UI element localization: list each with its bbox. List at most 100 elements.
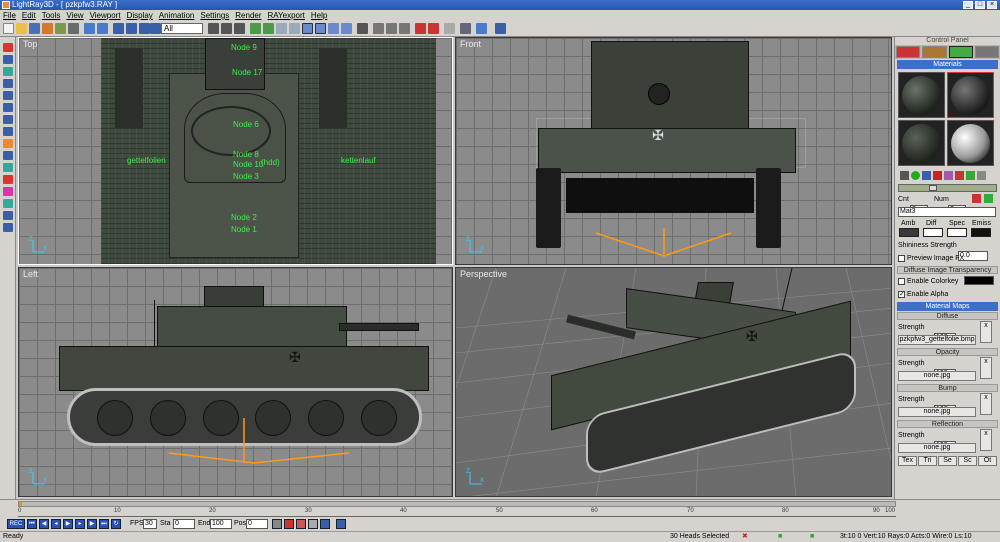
next-key-icon[interactable]: ▶ bbox=[87, 519, 97, 529]
ipo-icon[interactable] bbox=[336, 519, 346, 529]
material-new-icon[interactable] bbox=[900, 171, 909, 180]
render-icon[interactable] bbox=[415, 23, 426, 34]
uv-icon[interactable] bbox=[3, 187, 13, 196]
light-icon[interactable] bbox=[3, 211, 13, 220]
undo-icon[interactable] bbox=[84, 23, 95, 34]
select-region-icon[interactable] bbox=[126, 23, 137, 34]
smooth-icon[interactable] bbox=[3, 163, 13, 172]
diffuse-color-swatch[interactable] bbox=[923, 228, 943, 237]
rotate-icon[interactable] bbox=[221, 23, 232, 34]
timeline[interactable]: 0 10 20 30 40 50 60 70 80 90 100 bbox=[0, 499, 1000, 517]
colorkey-swatch[interactable] bbox=[964, 276, 994, 285]
material-edit-icon[interactable] bbox=[977, 171, 986, 180]
material-sphere-icon[interactable] bbox=[911, 171, 920, 180]
shaded-icon[interactable] bbox=[328, 23, 339, 34]
mirror-icon[interactable] bbox=[3, 103, 13, 112]
alpha-checkbox[interactable]: ✓ bbox=[898, 290, 905, 298]
key-add-icon[interactable] bbox=[272, 519, 282, 529]
redo-icon[interactable] bbox=[97, 23, 108, 34]
maximize-button[interactable]: □ bbox=[975, 1, 985, 9]
create-icon[interactable] bbox=[3, 43, 13, 52]
camera-tool-icon[interactable] bbox=[3, 223, 13, 232]
specular-color-swatch[interactable] bbox=[947, 228, 967, 237]
delete-icon[interactable] bbox=[3, 175, 13, 184]
link-icon[interactable] bbox=[357, 23, 368, 34]
material-paste-icon[interactable] bbox=[944, 171, 953, 180]
start-input[interactable]: 0 bbox=[173, 519, 195, 529]
tab-ot[interactable]: Ot bbox=[978, 456, 997, 466]
material-scroll[interactable] bbox=[898, 184, 997, 192]
tab-sc[interactable]: Sc bbox=[958, 456, 977, 466]
axis-y-icon[interactable] bbox=[289, 23, 300, 34]
diffuse-file-button[interactable]: pzkpfw3_gettelfolie.bmp bbox=[898, 335, 976, 345]
weld-icon[interactable] bbox=[3, 139, 13, 148]
viewport-front[interactable]: ✠ Front ZX bbox=[455, 37, 892, 265]
tab-se[interactable]: Se bbox=[938, 456, 957, 466]
tab-settings-icon[interactable] bbox=[974, 46, 999, 58]
colorkey-checkbox[interactable] bbox=[898, 277, 905, 285]
split-icon[interactable] bbox=[3, 151, 13, 160]
save-icon[interactable] bbox=[29, 23, 40, 34]
viewport-perspective[interactable]: ✠ Perspective ZX bbox=[455, 267, 892, 497]
key-copy-icon[interactable] bbox=[308, 519, 318, 529]
loop-icon[interactable]: ↻ bbox=[111, 519, 121, 529]
tab-materials-icon[interactable] bbox=[948, 46, 973, 58]
snap-grid-icon[interactable] bbox=[250, 23, 261, 34]
key-delete-icon[interactable] bbox=[284, 519, 294, 529]
end-input[interactable]: 100 bbox=[210, 519, 232, 529]
camera-icon[interactable] bbox=[476, 23, 487, 34]
scale-tool-icon[interactable] bbox=[3, 91, 13, 100]
material-swatch[interactable] bbox=[947, 120, 994, 166]
material-apply-icon[interactable] bbox=[966, 171, 975, 180]
play-icon[interactable]: ▶ bbox=[63, 519, 73, 529]
first-frame-icon[interactable]: ⏮ bbox=[27, 519, 37, 529]
viewport-top[interactable]: Node 9 Node 17 Node 6 Node 8 (hdd) Node … bbox=[18, 37, 453, 265]
material-name-input[interactable]: Mat3 bbox=[898, 207, 996, 217]
textured-icon[interactable] bbox=[341, 23, 352, 34]
tab-modify-icon[interactable] bbox=[922, 46, 947, 58]
tab-tri[interactable]: Tri bbox=[918, 456, 937, 466]
layout-icon[interactable] bbox=[444, 23, 455, 34]
reflection-file-button[interactable]: none.jpg bbox=[898, 443, 976, 453]
select-filter-icon[interactable] bbox=[150, 23, 161, 34]
emissive-color-swatch[interactable] bbox=[971, 228, 991, 237]
material-icon[interactable] bbox=[3, 199, 13, 208]
export-icon[interactable] bbox=[55, 23, 66, 34]
render-region-icon[interactable] bbox=[428, 23, 439, 34]
bevel-icon[interactable] bbox=[3, 127, 13, 136]
close-button[interactable]: × bbox=[987, 1, 997, 9]
paint-icon[interactable] bbox=[399, 23, 410, 34]
pos-input[interactable]: 0 bbox=[246, 519, 268, 529]
material-swatch[interactable] bbox=[898, 72, 945, 118]
extrude-icon[interactable] bbox=[3, 115, 13, 124]
settings-icon[interactable] bbox=[460, 23, 471, 34]
ambient-color-swatch[interactable] bbox=[899, 228, 919, 237]
print-icon[interactable] bbox=[68, 23, 79, 34]
opacity-file-button[interactable]: none.jpg bbox=[898, 371, 976, 381]
material-delete-icon[interactable] bbox=[955, 171, 964, 180]
scale-icon[interactable] bbox=[234, 23, 245, 34]
bone-icon[interactable] bbox=[373, 23, 384, 34]
tab-objects-icon[interactable] bbox=[896, 46, 921, 58]
key-clear-icon[interactable] bbox=[296, 519, 306, 529]
minimize-button[interactable]: _ bbox=[963, 1, 973, 9]
prev-key-icon[interactable]: ◀ bbox=[39, 519, 49, 529]
prev-frame-icon[interactable]: ◂ bbox=[51, 519, 61, 529]
select-icon[interactable] bbox=[3, 55, 13, 64]
axis-x-icon[interactable] bbox=[276, 23, 287, 34]
move-tool-icon[interactable] bbox=[3, 67, 13, 76]
material-swatch[interactable] bbox=[898, 120, 945, 166]
material-prev-icon[interactable] bbox=[972, 194, 981, 203]
move-icon[interactable] bbox=[208, 23, 219, 34]
timeline-track[interactable] bbox=[18, 501, 896, 507]
preview-checkbox[interactable] bbox=[898, 254, 905, 262]
rotate-tool-icon[interactable] bbox=[3, 79, 13, 88]
help-icon[interactable] bbox=[495, 23, 506, 34]
bump-file-button[interactable]: none.jpg bbox=[898, 407, 976, 417]
axis-z-icon[interactable] bbox=[302, 23, 313, 34]
fps-input[interactable]: 30 bbox=[143, 519, 157, 529]
record-button[interactable]: REC bbox=[7, 519, 25, 529]
open-folder-icon[interactable] bbox=[16, 23, 27, 34]
select-arrow-icon[interactable] bbox=[113, 23, 124, 34]
import-icon[interactable] bbox=[42, 23, 53, 34]
